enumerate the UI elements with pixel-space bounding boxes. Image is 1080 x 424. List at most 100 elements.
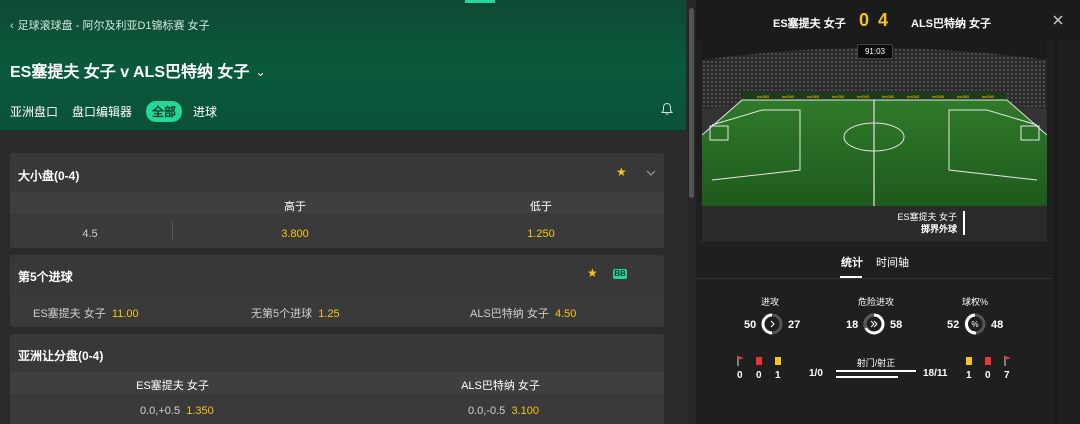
match-event: ES塞提夫 女子 掷界外球 xyxy=(897,211,965,235)
handicap-home[interactable]: 0.0,+0.5 1.350 xyxy=(140,405,214,417)
stat-label-shots: 射门/射正 xyxy=(856,358,896,368)
red-card-icon xyxy=(756,357,762,365)
scrollbar-thumb[interactable] xyxy=(689,8,694,198)
home-team-name: ES塞提夫 女子 xyxy=(773,18,846,30)
match-clock: 91:03 xyxy=(857,44,893,59)
away-yellow-cards: 1 xyxy=(966,370,972,381)
stat-label-possession: 球权% xyxy=(961,297,988,307)
away-score: 4 xyxy=(878,10,889,30)
breadcrumb-label[interactable]: 足球滚球盘 - 阿尔及利亚D1锦标赛 女子 xyxy=(18,20,210,32)
col-over: 高于 xyxy=(284,201,306,213)
attacks-ring-icon xyxy=(761,313,783,335)
divider xyxy=(172,221,173,241)
svg-text:bet365: bet365 xyxy=(757,94,770,99)
stadium-pitch: bet365 bet365 bet365 bet365 bet365 bet365 be… xyxy=(702,40,1047,242)
chevron-down-icon[interactable]: ⌄ xyxy=(255,65,265,79)
divider xyxy=(696,278,1052,279)
home-red-cards: 0 xyxy=(756,370,762,381)
stats-tabs: 统计 时间轴 xyxy=(696,250,1052,280)
col-home: ES塞提夫 女子 xyxy=(136,380,209,392)
svg-text:%: % xyxy=(971,320,978,329)
market-card-fifth-goal: 第5个进球 ★ BB ES塞提夫 女子 11.00 无第5个进球 1.25 AL… xyxy=(10,255,664,327)
tab-bet-builder[interactable]: 盘口编辑器 xyxy=(72,103,132,120)
market-card-asian-handicap: 亚洲让分盘(0-4) ES塞提夫 女子 ALS巴特纳 女子 0.0,+0.5 1… xyxy=(10,334,664,424)
svg-text:bet365: bet365 xyxy=(957,94,970,99)
selection-home[interactable]: ES塞提夫 女子 11.00 xyxy=(33,305,139,321)
stat-away-possession: 48 xyxy=(991,319,1004,331)
svg-text:bet365: bet365 xyxy=(932,94,945,99)
markets-panel: ‹ 足球滚球盘 - 阿尔及利亚D1锦标赛 女子 ES塞提夫 女子 v ALS巴特纳… xyxy=(0,0,686,424)
page-title[interactable]: ES塞提夫 女子 v ALS巴特纳 女子 ⌄ xyxy=(10,58,266,82)
odds-under[interactable]: 1.250 xyxy=(496,228,586,240)
match-tracker-panel: ES塞提夫 女子 0 4 ALS巴特纳 女子 bet365 bet365 bet… xyxy=(696,0,1080,424)
stat-home-dangerous: 18 xyxy=(846,319,859,331)
chevron-down-icon[interactable] xyxy=(646,168,656,178)
home-shots: 1/0 xyxy=(809,368,823,379)
svg-text:bet365: bet365 xyxy=(832,94,845,99)
tab-all[interactable]: 全部 xyxy=(146,101,183,122)
chevron-left-icon[interactable]: ‹ xyxy=(10,20,14,32)
shots-on-target-bar xyxy=(836,376,898,378)
home-yellow-cards: 1 xyxy=(775,370,781,381)
breadcrumb[interactable]: ‹ 足球滚球盘 - 阿尔及利亚D1锦标赛 女子 xyxy=(10,17,210,33)
event-text: 掷界外球 xyxy=(920,224,957,234)
possession-ring-icon: % xyxy=(964,313,986,335)
tab-stats[interactable]: 统计 xyxy=(841,254,863,270)
market-odds-row: 4.5 3.800 1.250 xyxy=(10,215,664,248)
tab-timeline[interactable]: 时间轴 xyxy=(876,254,909,270)
stat-away-dangerous: 58 xyxy=(890,319,903,331)
shots-bar xyxy=(836,370,916,372)
top-accent-bar xyxy=(465,0,495,3)
col-under: 低于 xyxy=(530,201,552,213)
corner-flag-icon xyxy=(1004,356,1011,366)
stat-home-possession: 52 xyxy=(947,319,960,331)
star-icon[interactable]: ★ xyxy=(616,165,627,179)
svg-text:bet365: bet365 xyxy=(782,94,795,99)
red-card-icon xyxy=(985,357,991,365)
stat-away-attacks: 27 xyxy=(788,319,801,331)
away-shots: 18/11 xyxy=(923,368,948,379)
svg-text:bet365: bet365 xyxy=(982,94,995,99)
tracker-scrollbar[interactable] xyxy=(1054,40,1058,424)
line-value: 4.5 xyxy=(82,228,98,240)
home-score: 0 xyxy=(859,10,870,30)
market-tabs: 亚洲盘口 盘口编辑器 全部 进球 xyxy=(10,101,231,122)
market-title[interactable]: 大小盘(0-4) xyxy=(18,167,79,184)
market-title[interactable]: 亚洲让分盘(0-4) xyxy=(18,347,103,364)
stat-label-dangerous: 危险进攻 xyxy=(857,297,894,307)
odds-over[interactable]: 3.800 xyxy=(250,228,340,240)
market-card-total: 大小盘(0-4) ★ 高于 低于 4.5 3.800 1.250 xyxy=(10,153,664,248)
market-header-row: 高于 低于 xyxy=(10,192,664,214)
tab-asian-lines[interactable]: 亚洲盘口 xyxy=(10,103,58,120)
market-title[interactable]: 第5个进球 xyxy=(18,268,73,285)
selection-none[interactable]: 无第5个进球 1.25 xyxy=(251,305,340,321)
star-icon[interactable]: ★ xyxy=(587,266,598,280)
close-icon[interactable] xyxy=(1052,14,1064,26)
away-corners: 7 xyxy=(1004,370,1010,381)
tab-goals[interactable]: 进球 xyxy=(193,103,217,120)
dangerous-attacks-ring-icon xyxy=(863,313,885,335)
bet-builder-badge: BB xyxy=(613,269,627,279)
svg-text:bet365: bet365 xyxy=(807,94,820,99)
markets-scrollbar[interactable] xyxy=(688,0,696,424)
pitch-visualization: bet365 bet365 bet365 bet365 bet365 bet365 be… xyxy=(702,40,1047,242)
market-odds-row: 0.0,+0.5 1.350 0.0,-0.5 3.100 xyxy=(10,395,664,424)
match-header: ‹ 足球滚球盘 - 阿尔及利亚D1锦标赛 女子 ES塞提夫 女子 v ALS巴特纳… xyxy=(0,0,686,131)
match-title-text: ES塞提夫 女子 v ALS巴特纳 女子 xyxy=(10,64,250,81)
svg-text:bet365: bet365 xyxy=(882,94,895,99)
market-odds-row: ES塞提夫 女子 11.00 无第5个进球 1.25 ALS巴特纳 女子 4.5… xyxy=(10,293,664,327)
market-header-row: ES塞提夫 女子 ALS巴特纳 女子 xyxy=(10,372,664,394)
yellow-card-icon xyxy=(966,357,972,365)
bell-icon[interactable] xyxy=(660,102,674,116)
event-marker xyxy=(963,211,965,235)
svg-text:bet365: bet365 xyxy=(907,94,920,99)
away-team-name: ALS巴特纳 女子 xyxy=(911,18,992,30)
handicap-away[interactable]: 0.0,-0.5 3.100 xyxy=(468,405,539,417)
stat-label-attacks: 进攻 xyxy=(760,297,779,307)
away-red-cards: 0 xyxy=(985,370,991,381)
corner-flag-icon xyxy=(737,356,744,366)
scoreboard: ES塞提夫 女子 0 4 ALS巴特纳 女子 xyxy=(696,0,1080,40)
stat-home-attacks: 50 xyxy=(744,319,757,331)
selection-away[interactable]: ALS巴特纳 女子 4.50 xyxy=(470,305,576,321)
home-corners: 0 xyxy=(737,370,743,381)
